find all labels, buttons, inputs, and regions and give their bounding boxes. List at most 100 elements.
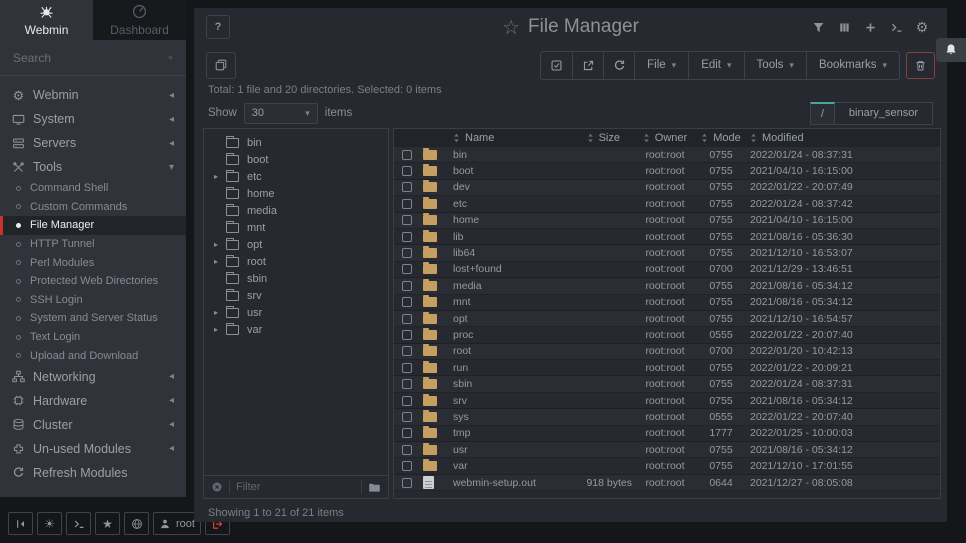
table-row-var[interactable]: varroot:root07552021/12/10 - 17:01:55 xyxy=(394,458,940,474)
clear-filter-icon[interactable] xyxy=(211,481,223,493)
sidebar-item-system[interactable]: System◂ xyxy=(0,107,186,131)
row-checkbox[interactable] xyxy=(402,182,412,192)
expand-arrow-icon[interactable]: ▸ xyxy=(214,257,226,266)
tree-item-media[interactable]: media xyxy=(204,202,388,219)
tree-item-usr[interactable]: ▸usr xyxy=(204,304,388,321)
row-checkbox[interactable] xyxy=(402,281,412,291)
help-button[interactable]: ? xyxy=(206,15,230,39)
menu-edit[interactable]: Edit▾ xyxy=(688,52,743,79)
select-button[interactable] xyxy=(541,52,572,79)
clone-window-button[interactable] xyxy=(206,52,236,79)
sidebar-item-refresh-modules[interactable]: Refresh Modules xyxy=(0,461,186,485)
table-row-lost-found[interactable]: lost+foundroot:root07002021/12/29 - 13:4… xyxy=(394,262,940,278)
row-checkbox[interactable] xyxy=(402,314,412,324)
row-checkbox[interactable] xyxy=(402,346,412,356)
row-checkbox[interactable] xyxy=(402,445,412,455)
table-row-webmin-setup-out[interactable]: webmin-setup.out918 bytesroot:root064420… xyxy=(394,475,940,491)
sidebar-subitem-text-login[interactable]: Text Login xyxy=(0,328,186,347)
row-checkbox[interactable] xyxy=(402,461,412,471)
tree-item-opt[interactable]: ▸opt xyxy=(204,236,388,253)
menu-bookmarks[interactable]: Bookmarks▾ xyxy=(806,52,899,79)
row-checkbox[interactable] xyxy=(402,264,412,274)
table-row-dev[interactable]: devroot:root07552022/01/22 - 20:07:49 xyxy=(394,180,940,196)
sidebar-subitem-upload-and-download[interactable]: Upload and Download xyxy=(0,346,186,365)
table-row-usr[interactable]: usrroot:root07552021/08/16 - 05:34:12 xyxy=(394,442,940,458)
tab-dashboard[interactable]: Dashboard xyxy=(93,0,186,40)
row-checkbox[interactable] xyxy=(402,396,412,406)
table-row-root[interactable]: rootroot:root07002022/01/20 - 10:42:13 xyxy=(394,344,940,360)
row-checkbox[interactable] xyxy=(402,248,412,258)
table-row-srv[interactable]: srvroot:root07552021/08/16 - 05:34:12 xyxy=(394,393,940,409)
menu-file[interactable]: File▾ xyxy=(634,52,688,79)
table-row-boot[interactable]: bootroot:root07552021/04/10 - 16:15:00 xyxy=(394,163,940,179)
column-header-size[interactable]: Size xyxy=(542,132,632,144)
table-row-tmp[interactable]: tmproot:root17772022/01/25 - 10:00:03 xyxy=(394,426,940,442)
table-row-lib[interactable]: libroot:root07552021/08/16 - 05:36:30 xyxy=(394,229,940,245)
expand-arrow-icon[interactable]: ▸ xyxy=(214,308,226,317)
row-checkbox[interactable] xyxy=(402,428,412,438)
tree-item-home[interactable]: home xyxy=(204,185,388,202)
breadcrumb-segment-binary-sensor[interactable]: binary_sensor xyxy=(835,102,933,125)
tree-item-boot[interactable]: boot xyxy=(204,151,388,168)
row-checkbox[interactable] xyxy=(402,232,412,242)
tree-item-root[interactable]: ▸root xyxy=(204,253,388,270)
tab-webmin[interactable]: Webmin xyxy=(0,0,93,40)
table-row-sys[interactable]: sysroot:root05552022/01/22 - 20:07:40 xyxy=(394,409,940,425)
table-row-home[interactable]: homeroot:root07552021/04/10 - 16:15:00 xyxy=(394,213,940,229)
table-row-run[interactable]: runroot:root07552022/01/22 - 20:09:21 xyxy=(394,360,940,376)
filter-button[interactable] xyxy=(805,15,831,39)
sun-button[interactable]: ☀ xyxy=(37,512,62,535)
sidebar-item-networking[interactable]: Networking◂ xyxy=(0,365,186,389)
expand-arrow-icon[interactable]: ▸ xyxy=(214,172,226,181)
column-header-mode[interactable]: Mode xyxy=(698,132,744,144)
favorite-star-icon[interactable]: ☆ xyxy=(502,15,520,40)
star-button[interactable]: ★ xyxy=(95,512,120,535)
share-button[interactable] xyxy=(572,52,603,79)
globe-button[interactable] xyxy=(124,512,149,535)
table-row-sbin[interactable]: sbinroot:root07552022/01/24 - 08:37:31 xyxy=(394,376,940,392)
breadcrumb-segment-root[interactable]: / xyxy=(810,102,835,125)
tree-item-bin[interactable]: bin xyxy=(204,134,388,151)
sidebar-subitem-ssh-login[interactable]: SSH Login xyxy=(0,291,186,310)
table-row-lib64[interactable]: lib64root:root07552021/12/10 - 16:53:07 xyxy=(394,245,940,261)
column-header-owner[interactable]: Owner xyxy=(632,132,698,144)
sidebar-item-tools[interactable]: Tools▾ xyxy=(0,155,186,179)
row-checkbox[interactable] xyxy=(402,478,412,488)
tree-item-srv[interactable]: srv xyxy=(204,287,388,304)
columns-button[interactable] xyxy=(831,15,857,39)
notifications-bell[interactable] xyxy=(936,38,966,62)
row-checkbox[interactable] xyxy=(402,412,412,422)
column-header-name[interactable]: Name xyxy=(450,132,542,144)
tree-item-mnt[interactable]: mnt xyxy=(204,219,388,236)
gear-button[interactable]: ⚙ xyxy=(909,15,935,39)
sidebar-subitem-file-manager[interactable]: File Manager xyxy=(0,216,186,235)
row-checkbox[interactable] xyxy=(402,166,412,176)
search-input[interactable] xyxy=(13,51,168,65)
sidebar-subitem-protected-web-directories[interactable]: Protected Web Directories xyxy=(0,272,186,291)
expand-arrow-icon[interactable]: ▸ xyxy=(214,240,226,249)
row-checkbox[interactable] xyxy=(402,330,412,340)
sidebar-item-hardware[interactable]: Hardware◂ xyxy=(0,389,186,413)
filter-input[interactable] xyxy=(236,481,355,493)
row-checkbox[interactable] xyxy=(402,379,412,389)
trash-button[interactable] xyxy=(906,52,935,79)
sidebar-subitem-perl-modules[interactable]: Perl Modules xyxy=(0,253,186,272)
terminal-button[interactable] xyxy=(883,15,909,39)
table-row-proc[interactable]: procroot:root05552022/01/22 - 20:07:40 xyxy=(394,327,940,343)
refresh-button[interactable] xyxy=(603,52,634,79)
sidebar-item-cluster[interactable]: Cluster◂ xyxy=(0,413,186,437)
table-row-mnt[interactable]: mntroot:root07552021/08/16 - 05:34:12 xyxy=(394,295,940,311)
table-row-bin[interactable]: binroot:root07552022/01/24 - 08:37:31 xyxy=(394,147,940,163)
sidebar-subitem-custom-commands[interactable]: Custom Commands xyxy=(0,198,186,217)
add-button[interactable] xyxy=(857,15,883,39)
table-row-opt[interactable]: optroot:root07552021/12/10 - 16:54:57 xyxy=(394,311,940,327)
row-checkbox[interactable] xyxy=(402,215,412,225)
row-checkbox[interactable] xyxy=(402,297,412,307)
table-row-etc[interactable]: etcroot:root07552022/01/24 - 08:37:42 xyxy=(394,196,940,212)
sidebar-subitem-system-and-server-status[interactable]: System and Server Status xyxy=(0,309,186,328)
sidebar-item-un-used-modules[interactable]: Un-used Modules◂ xyxy=(0,437,186,461)
collapse-button[interactable] xyxy=(8,512,33,535)
column-header-modified[interactable]: Modified xyxy=(744,132,890,144)
menu-tools[interactable]: Tools▾ xyxy=(744,52,806,79)
expand-arrow-icon[interactable]: ▸ xyxy=(214,325,226,334)
